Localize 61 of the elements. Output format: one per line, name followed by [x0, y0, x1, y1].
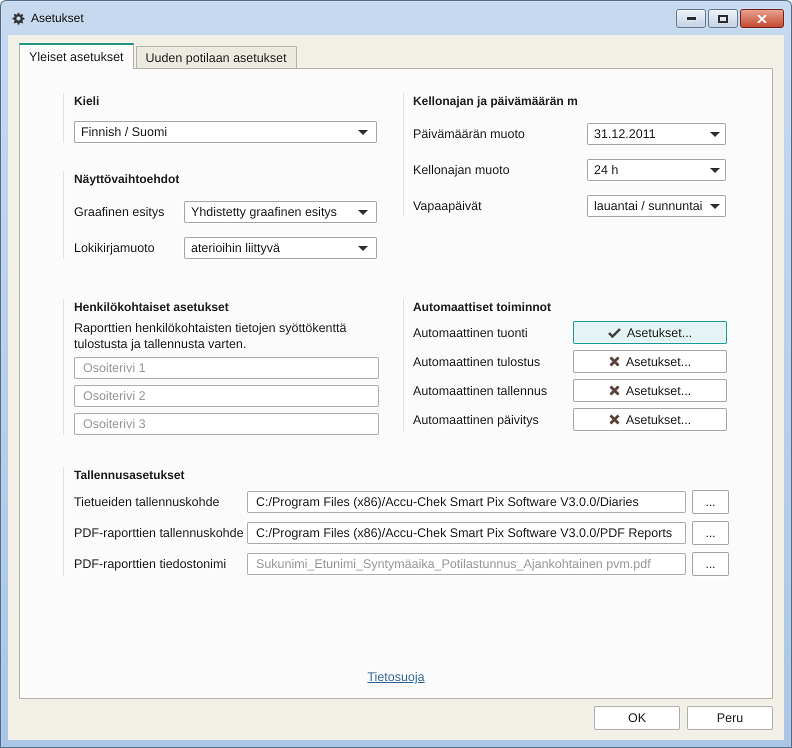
caret-icon	[358, 246, 368, 250]
caret-icon	[710, 132, 720, 136]
cross-icon	[608, 414, 620, 425]
maximize-icon	[718, 14, 728, 22]
path-field[interactable]: C:/Program Files (x86)/Accu-Chek Smart Pix Software V3.0.0/Diaries	[247, 491, 686, 513]
field-label: Lokikirjamuoto	[74, 241, 156, 255]
section-heading: Automaattiset toiminnot	[413, 299, 552, 315]
field-label: Automaattinen tallennus	[413, 384, 548, 398]
language-dropdown[interactable]: Finnish / Suomi	[74, 121, 377, 143]
settings-button[interactable]: Asetukset...	[573, 321, 727, 344]
caret-icon	[358, 130, 368, 134]
caret-icon	[710, 204, 720, 208]
browse-button[interactable]: ...	[692, 552, 729, 576]
dropdown[interactable]: 24 h	[587, 159, 726, 181]
caret-icon	[710, 168, 720, 172]
close-button[interactable]	[740, 9, 784, 28]
browse-button[interactable]: ...	[692, 490, 729, 514]
section-heading: Henkilökohtaiset asetukset	[74, 299, 230, 315]
path-field[interactable]: C:/Program Files (x86)/Accu-Chek Smart Pix Software V3.0.0/PDF Reports	[247, 522, 686, 544]
address-field[interactable]: Osoiterivi 2	[74, 385, 379, 407]
dropdown[interactable]: lauantai / sunnuntai	[587, 195, 726, 217]
dropdown[interactable]: aterioihin liittyvä	[184, 237, 377, 259]
field-label: Graafinen esitys	[74, 205, 166, 219]
address-field[interactable]: Osoiterivi 3	[74, 413, 379, 435]
section-heading: Kieli	[74, 93, 100, 109]
field-label: Automaattinen päivitys	[413, 412, 540, 426]
minimize-icon	[686, 17, 696, 20]
field-label: Vapaapäivät	[413, 199, 483, 213]
close-icon	[757, 14, 767, 22]
settings-button[interactable]: Asetukset...	[573, 379, 727, 402]
settings-button[interactable]: Asetukset...	[573, 408, 727, 431]
tab[interactable]: Yleiset asetukset	[19, 43, 134, 69]
privacy-link[interactable]: Tietosuoja	[367, 670, 425, 684]
section-heading: Tallennusasetukset	[74, 467, 186, 483]
field-label: PDF-raporttien tallennuskohde	[74, 526, 245, 540]
tab[interactable]: Uuden potilaan asetukset	[136, 46, 297, 68]
caret-icon	[358, 210, 368, 214]
field-label: Tietueiden tallennuskohde	[74, 495, 220, 509]
browse-button[interactable]: ...	[692, 521, 729, 545]
field-label: Automaattinen tulostus	[413, 354, 542, 368]
field-label: Päivämäärän muoto	[413, 127, 526, 141]
filename-field[interactable]: Sukunimi_Etunimi_Syntymäaika_Potilastunnus_Ajankohtainen pvm.pdf	[247, 553, 686, 575]
maximize-button[interactable]	[708, 9, 738, 28]
checkmark-icon	[608, 328, 621, 338]
field-label: PDF-raporttien tiedostonimi	[74, 557, 228, 571]
cancel-button[interactable]: Peru	[687, 706, 773, 730]
field-label: Automaattinen tuonti	[413, 326, 529, 340]
address-field[interactable]: Osoiterivi 1	[74, 357, 379, 379]
section-heading: Näyttövaihtoehdot	[74, 171, 180, 187]
dropdown[interactable]: Yhdistetty graafinen esitys	[184, 201, 377, 223]
settings-icon	[12, 12, 25, 24]
description-text: Raporttien henkilökohtaisten tietojen syöttökenttä tulostusta ja tallennusta varten.	[74, 320, 348, 352]
cross-icon	[608, 356, 620, 367]
field-label: Kellonajan muoto	[413, 163, 511, 177]
settings-button[interactable]: Asetukset...	[573, 350, 727, 373]
cross-icon	[608, 385, 620, 396]
dropdown[interactable]: 31.12.2011	[587, 123, 726, 145]
window-title: Asetukset	[31, 11, 84, 25]
section-heading: Kellonajan ja päivämäärän m	[413, 93, 579, 109]
minimize-button[interactable]	[676, 9, 706, 28]
ok-button[interactable]: OK	[594, 706, 680, 730]
